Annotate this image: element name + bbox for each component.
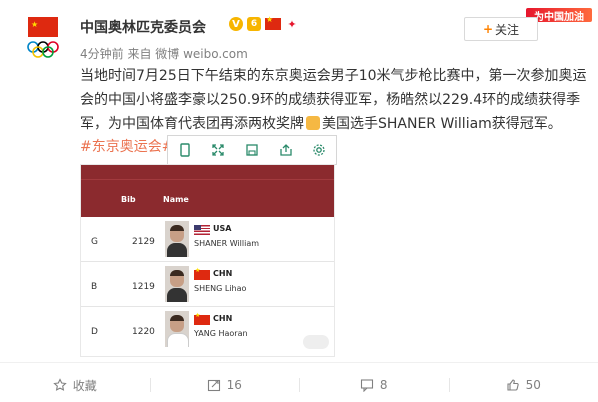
collect-label: 收藏 xyxy=(72,378,97,393)
share-icon[interactable] xyxy=(279,143,293,157)
avatar[interactable]: ★ xyxy=(24,17,62,61)
results-header: Bib Name xyxy=(81,165,334,217)
comment-icon xyxy=(360,378,374,392)
repost-count: 16 xyxy=(226,378,242,392)
plus-icon: + xyxy=(482,22,494,36)
result-row: G 2129 USA SHANER William xyxy=(81,217,334,262)
user-badges: V 6 ✦ xyxy=(229,15,299,31)
settings-icon[interactable] xyxy=(312,143,326,157)
athlete-photo xyxy=(165,266,189,302)
follow-label: 关注 xyxy=(495,22,520,37)
medal-rank: D xyxy=(91,327,98,337)
china-flag-icon xyxy=(194,267,210,280)
result-row: D 1220 CHN YANG Haoran xyxy=(81,307,334,351)
svg-text:★: ★ xyxy=(31,20,38,29)
hashtag-link[interactable]: #东京奥运会# xyxy=(80,136,173,156)
thumbs-up-icon xyxy=(306,116,320,130)
comment-button[interactable]: 8 xyxy=(299,370,449,400)
weibo-watermark-icon xyxy=(303,335,329,349)
medal-rank: G xyxy=(91,237,98,247)
repost-button[interactable]: 16 xyxy=(149,370,300,400)
medal-rank: B xyxy=(91,282,98,292)
action-bar: 收藏 16 8 50 xyxy=(0,370,598,400)
post-content: 当地时间7月25日下午结束的东京奥运会男子10米气步枪比赛中，第一次参加奥运会的… xyxy=(80,64,590,136)
like-button[interactable]: 50 xyxy=(448,370,598,400)
athlete-name: YANG Haoran xyxy=(194,329,248,338)
athlete-photo xyxy=(165,221,189,257)
divider xyxy=(0,362,598,363)
thumbs-up-icon xyxy=(506,378,520,392)
image-toolbar xyxy=(167,135,337,165)
country-code: USA xyxy=(213,224,232,233)
athlete-photo xyxy=(165,311,189,347)
post-text-tail: 美国选手SHANER William获得冠军。 xyxy=(322,116,562,132)
country-code: CHN xyxy=(213,314,233,323)
china-flag-icon xyxy=(194,312,210,325)
expand-icon[interactable] xyxy=(211,143,225,157)
level-badge: 6 xyxy=(247,17,261,31)
bib-number: 2129 xyxy=(132,237,155,247)
result-row: B 1219 CHN SHENG Lihao xyxy=(81,262,334,307)
comment-count: 8 xyxy=(379,378,388,392)
header-bib: Bib xyxy=(121,195,136,204)
like-count: 50 xyxy=(525,378,541,392)
follow-button[interactable]: + 关注 xyxy=(464,17,538,41)
author-name[interactable]: 中国奥林匹克委员会 xyxy=(80,17,206,37)
star-icon xyxy=(53,378,67,392)
header-name: Name xyxy=(163,195,189,204)
bib-number: 1220 xyxy=(132,327,155,337)
usa-flag-icon xyxy=(194,225,210,235)
verified-icon: V xyxy=(229,17,243,31)
collect-button[interactable]: 收藏 xyxy=(0,370,150,400)
bib-number: 1219 xyxy=(132,282,155,292)
save-icon[interactable] xyxy=(245,143,259,157)
phone-icon[interactable] xyxy=(178,143,192,157)
athlete-name: SHENG Lihao xyxy=(194,284,247,293)
repost-icon xyxy=(207,378,221,392)
torch-icon: ✦ xyxy=(287,17,297,31)
country-code: CHN xyxy=(213,269,233,278)
post-image[interactable]: Bib Name G 2129 USA SHANER William B 121… xyxy=(80,164,335,357)
china-flag-icon xyxy=(265,15,281,30)
post-meta: 4分钟前 来自 微博 weibo.com xyxy=(80,47,248,61)
athlete-name: SHANER William xyxy=(194,239,260,248)
